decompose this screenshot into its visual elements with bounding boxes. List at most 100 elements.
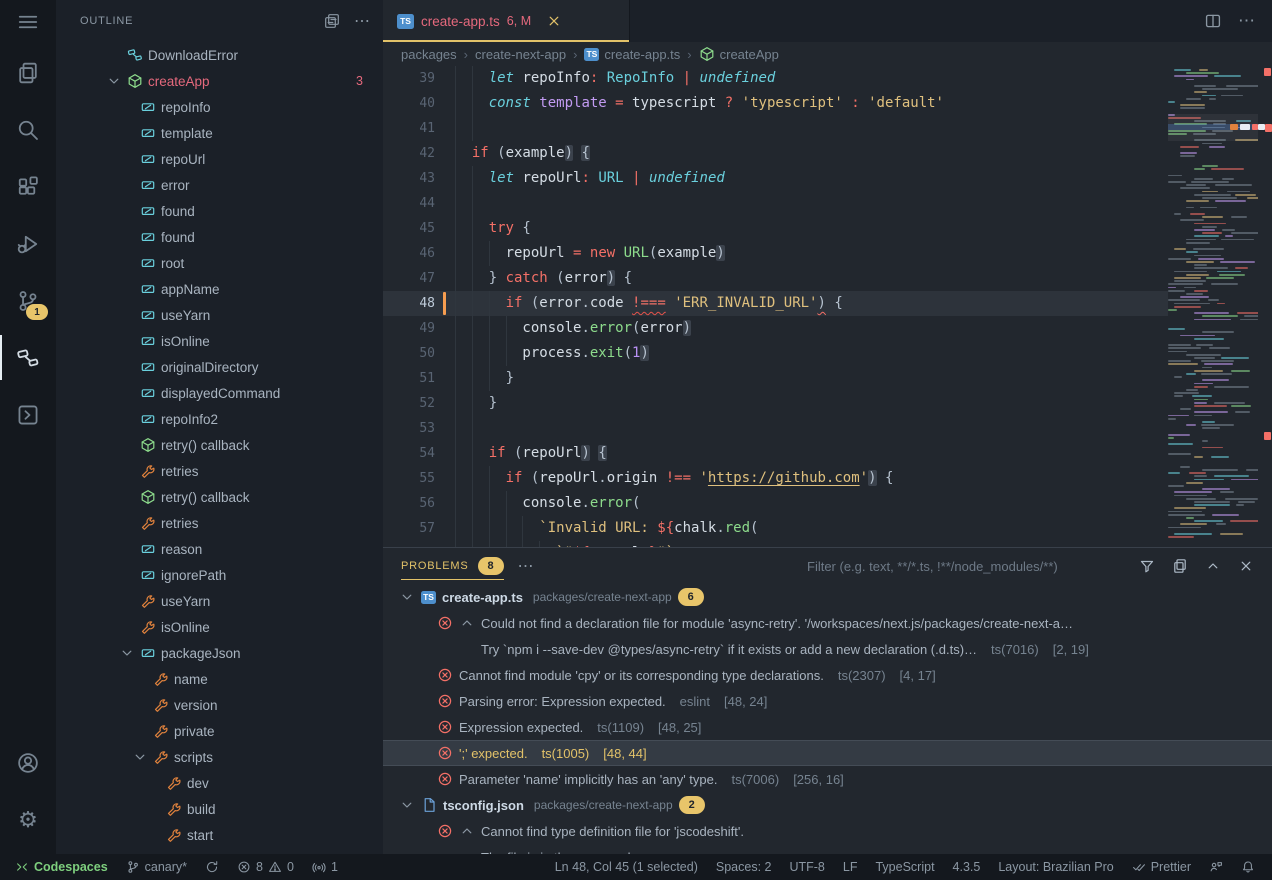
problem-item[interactable]: Could not find a declaration file for mo… <box>383 610 1272 636</box>
problem-item[interactable]: Cannot find module 'cpy' or its correspo… <box>383 662 1272 688</box>
status-codespaces[interactable]: Codespaces <box>6 854 117 880</box>
status-ln-48-col-45-1-selected[interactable]: Ln 48, Col 45 (1 selected) <box>546 854 707 880</box>
tab-create-app[interactable]: TS create-app.ts 6, M <box>383 0 630 42</box>
breadcrumb-create-next-app[interactable]: create-next-app <box>475 47 566 62</box>
code-line-42[interactable]: 42if (example) { <box>383 141 1168 166</box>
code-line-56[interactable]: 56console.error( <box>383 491 1168 516</box>
outline-item-ignorePath[interactable]: ignorePath <box>56 562 383 588</box>
code-line-40[interactable]: 40const template = typescript ? 'typescr… <box>383 91 1168 116</box>
collapse-all-icon[interactable] <box>324 13 340 29</box>
panel-more-icon[interactable]: ⋯ <box>518 556 535 576</box>
outline-item-appName[interactable]: appName <box>56 276 383 302</box>
code-line-44[interactable]: 44 <box>383 191 1168 216</box>
problem-item[interactable]: Expression expected.ts(1109)[48, 25] <box>383 714 1272 740</box>
code-line-45[interactable]: 45try { <box>383 216 1168 241</box>
status-feedback[interactable] <box>1200 854 1232 880</box>
outline-item-scripts[interactable]: scripts <box>56 744 383 770</box>
status-canary[interactable]: canary* <box>117 854 196 880</box>
outline-item-retries[interactable]: retries <box>56 458 383 484</box>
problems-filter-input[interactable] <box>805 558 1121 575</box>
close-panel-button[interactable] <box>1238 558 1254 574</box>
status-typescript[interactable]: TypeScript <box>866 854 943 880</box>
problem-item[interactable]: Parameter 'name' implicitly has an 'any'… <box>383 766 1272 792</box>
maximize-panel-button[interactable] <box>1205 558 1221 574</box>
outline-item-template[interactable]: template <box>56 120 383 146</box>
code-line-52[interactable]: 52} <box>383 391 1168 416</box>
code-line-39[interactable]: 39let repoInfo: RepoInfo | undefined <box>383 66 1168 91</box>
code-line-49[interactable]: 49console.error(error) <box>383 316 1168 341</box>
outline-item-reason[interactable]: reason <box>56 536 383 562</box>
outline-item-repoUrl[interactable]: repoUrl <box>56 146 383 172</box>
outline-item-root[interactable]: root <box>56 250 383 276</box>
outline-item-found[interactable]: found <box>56 224 383 250</box>
code-line-54[interactable]: 54if (repoUrl) { <box>383 441 1168 466</box>
problem-item[interactable]: The file is in the program because: <box>383 844 1272 854</box>
activity-item-flow[interactable] <box>0 329 56 386</box>
activity-item-panel-box[interactable] <box>0 386 56 443</box>
outline-item-displayedCommand[interactable]: displayedCommand <box>56 380 383 406</box>
status-layout-brazilian-pro[interactable]: Layout: Brazilian Pro <box>989 854 1122 880</box>
problem-item[interactable]: Try `npm i --save-dev @types/async-retry… <box>383 636 1272 662</box>
problem-item[interactable]: ';' expected.ts(1005)[48, 44] <box>383 740 1272 766</box>
editor-more-actions-icon[interactable]: ⋯ <box>1238 11 1256 31</box>
code-line-41[interactable]: 41 <box>383 116 1168 141</box>
tab-close-icon[interactable] <box>546 13 562 29</box>
activity-item-search[interactable] <box>0 101 56 158</box>
outline-item-retry() callback[interactable]: retry() callback <box>56 432 383 458</box>
activity-item-scm[interactable]: 1 <box>0 272 56 329</box>
outline-item-retry() callback[interactable]: retry() callback <box>56 484 383 510</box>
code-line-43[interactable]: 43let repoUrl: URL | undefined <box>383 166 1168 191</box>
problem-item[interactable]: Cannot find type definition file for 'js… <box>383 818 1272 844</box>
status-lf[interactable]: LF <box>834 854 867 880</box>
outline-item-found[interactable]: found <box>56 198 383 224</box>
outline-item-error[interactable]: error <box>56 172 383 198</box>
activity-item-menu[interactable] <box>0 0 56 44</box>
activity-item-debug[interactable] <box>0 215 56 272</box>
status-sync[interactable] <box>196 854 228 880</box>
outline-item-useYarn[interactable]: useYarn <box>56 302 383 328</box>
outline-item-isOnline[interactable]: isOnline <box>56 614 383 640</box>
problems-group-tsconfig.json[interactable]: tsconfig.jsonpackages/create-next-app2 <box>383 792 1272 818</box>
move-panel-button[interactable] <box>1172 558 1188 574</box>
filter-button[interactable] <box>1139 558 1155 574</box>
outline-item-build[interactable]: build <box>56 796 383 822</box>
activity-item-account[interactable] <box>0 734 56 791</box>
activity-item-files[interactable] <box>0 44 56 101</box>
status-8[interactable]: 80 <box>228 854 303 880</box>
status-bell[interactable] <box>1232 854 1264 880</box>
more-actions-icon[interactable]: ⋯ <box>354 11 371 31</box>
outline-item-DownloadError[interactable]: DownloadError <box>56 42 383 68</box>
code-line-47[interactable]: 47} catch (error) { <box>383 266 1168 291</box>
activity-item-extensions[interactable] <box>0 158 56 215</box>
outline-item-originalDirectory[interactable]: originalDirectory <box>56 354 383 380</box>
tab-problems[interactable]: PROBLEMS 8 <box>401 548 504 584</box>
outline-item-createApp[interactable]: createApp3 <box>56 68 383 94</box>
outline-item-repoInfo[interactable]: repoInfo <box>56 94 383 120</box>
status-spaces-2[interactable]: Spaces: 2 <box>707 854 781 880</box>
outline-item-name[interactable]: name <box>56 666 383 692</box>
problem-item[interactable]: Parsing error: Expression expected.eslin… <box>383 688 1272 714</box>
code-line-48[interactable]: 48if (error.code !=== 'ERR_INVALID_URL')… <box>383 291 1168 316</box>
status-prettier[interactable]: Prettier <box>1123 854 1200 880</box>
outline-item-retries[interactable]: retries <box>56 510 383 536</box>
code-line-46[interactable]: 46repoUrl = new URL(example) <box>383 241 1168 266</box>
problems-group-create-app.ts[interactable]: TScreate-app.tspackages/create-next-app6 <box>383 584 1272 610</box>
activity-item-gear[interactable]: ⚙ <box>0 791 56 848</box>
breadcrumb-create-app.ts[interactable]: TScreate-app.ts <box>584 47 680 62</box>
outline-item-dev[interactable]: dev <box>56 770 383 796</box>
outline-item-repoInfo2[interactable]: repoInfo2 <box>56 406 383 432</box>
status-4-3-5[interactable]: 4.3.5 <box>944 854 990 880</box>
code-line-53[interactable]: 53 <box>383 416 1168 441</box>
outline-item-private[interactable]: private <box>56 718 383 744</box>
status-1[interactable]: 1 <box>303 854 347 880</box>
breadcrumb-packages[interactable]: packages <box>401 47 457 62</box>
outline-item-isOnline[interactable]: isOnline <box>56 328 383 354</box>
code-line-51[interactable]: 51} <box>383 366 1168 391</box>
split-editor-button[interactable] <box>1204 12 1222 30</box>
outline-item-packageJson[interactable]: packageJson <box>56 640 383 666</box>
code-line-57[interactable]: 57`Invalid URL: ${chalk.red( <box>383 516 1168 541</box>
minimap[interactable] <box>1168 66 1258 547</box>
breadcrumb-createApp[interactable]: createApp <box>699 46 779 62</box>
outline-item-start[interactable]: start <box>56 822 383 848</box>
outline-item-useYarn[interactable]: useYarn <box>56 588 383 614</box>
